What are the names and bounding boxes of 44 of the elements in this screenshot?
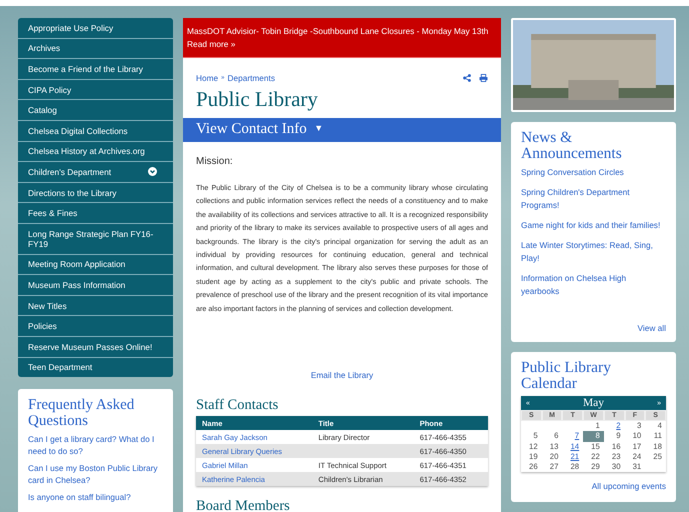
sidebar-item[interactable]: New Titles	[18, 296, 173, 316]
sidebar-item[interactable]: Teen Department	[18, 358, 173, 378]
chevron-down-icon[interactable]	[148, 167, 157, 176]
alert-text: MassDOT Advisior- Tobin Bridge -Southbound Lane Closures - Monday May 13th Read more »	[187, 25, 490, 51]
sidebar-item[interactable]: Chelsea Digital Collections	[18, 120, 173, 142]
email-link[interactable]: Email the Library	[310, 370, 374, 380]
section-heading: Staff Contacts	[196, 397, 280, 414]
sidebar-item[interactable]: Long Range Strategic Plan FY16-FY19	[18, 224, 173, 255]
contact-info-toggle[interactable]: View Contact Info $^{▼}$	[183, 118, 501, 142]
sidebar-item[interactable]: CIPA Policy	[18, 80, 173, 100]
mission-heading: Mission:	[196, 156, 234, 167]
sidebar-item[interactable]: Archives	[18, 38, 173, 60]
month-label: May	[582, 397, 604, 409]
page-title: Public Library	[196, 87, 319, 112]
faq-link[interactable]: Can I use my Boston Public Library card in Chelsea?	[28, 462, 163, 486]
sidebar-item[interactable]: Become a Friend of the Library	[18, 59, 173, 80]
view-all-link[interactable]: View all	[638, 323, 666, 333]
calendar-title: Public Library Calendar	[521, 360, 612, 392]
news-link[interactable]: Spring Conversation Circles	[521, 166, 624, 179]
sidebar-item[interactable]: Meeting Room Application	[18, 254, 173, 276]
breadcrumb-link[interactable]: Home	[196, 73, 218, 83]
sidebar-item[interactable]: Catalog	[18, 100, 173, 121]
sidebar-item[interactable]: Appropriate Use Policy	[18, 18, 173, 39]
news-title: News & Announcements	[521, 130, 623, 162]
faq-link[interactable]: Is anyone on staff bilingual?	[28, 491, 131, 504]
news-link[interactable]: Late Winter Storytimes: Read, Sing, Play!	[521, 239, 666, 265]
share-icon[interactable]	[463, 74, 471, 82]
news-link[interactable]: Information on Chelsea High yearbooks	[521, 272, 666, 298]
news-link[interactable]: Game night for kids and their families!	[521, 219, 660, 232]
print-icon[interactable]	[479, 74, 488, 82]
breadcrumb-link[interactable]: Departments	[227, 73, 275, 83]
sidebar-item[interactable]: Children's Department	[18, 162, 173, 183]
section-heading: Board Members	[196, 498, 291, 512]
sidebar-item[interactable]: Reserve Museum Passes Online!	[18, 336, 173, 358]
sidebar-item[interactable]: Directions to the Library	[18, 182, 173, 204]
sidebar-item[interactable]: Fees & Fines	[18, 203, 173, 224]
read-more-link[interactable]: Read more »	[187, 39, 236, 49]
faq-title: Frequently Asked Questions	[28, 397, 136, 430]
upcoming-events-link[interactable]: All upcoming events	[592, 481, 666, 492]
sidebar-item[interactable]: Policies	[18, 316, 173, 337]
news-link[interactable]: Spring Children's Department Programs!	[521, 186, 666, 212]
sidebar-item[interactable]: Chelsea History at Archives.org	[18, 142, 173, 162]
faq-link[interactable]: Can I get a library card? What do I need to do so?	[28, 433, 163, 458]
sidebar-item[interactable]: Museum Pass Information	[18, 275, 173, 296]
